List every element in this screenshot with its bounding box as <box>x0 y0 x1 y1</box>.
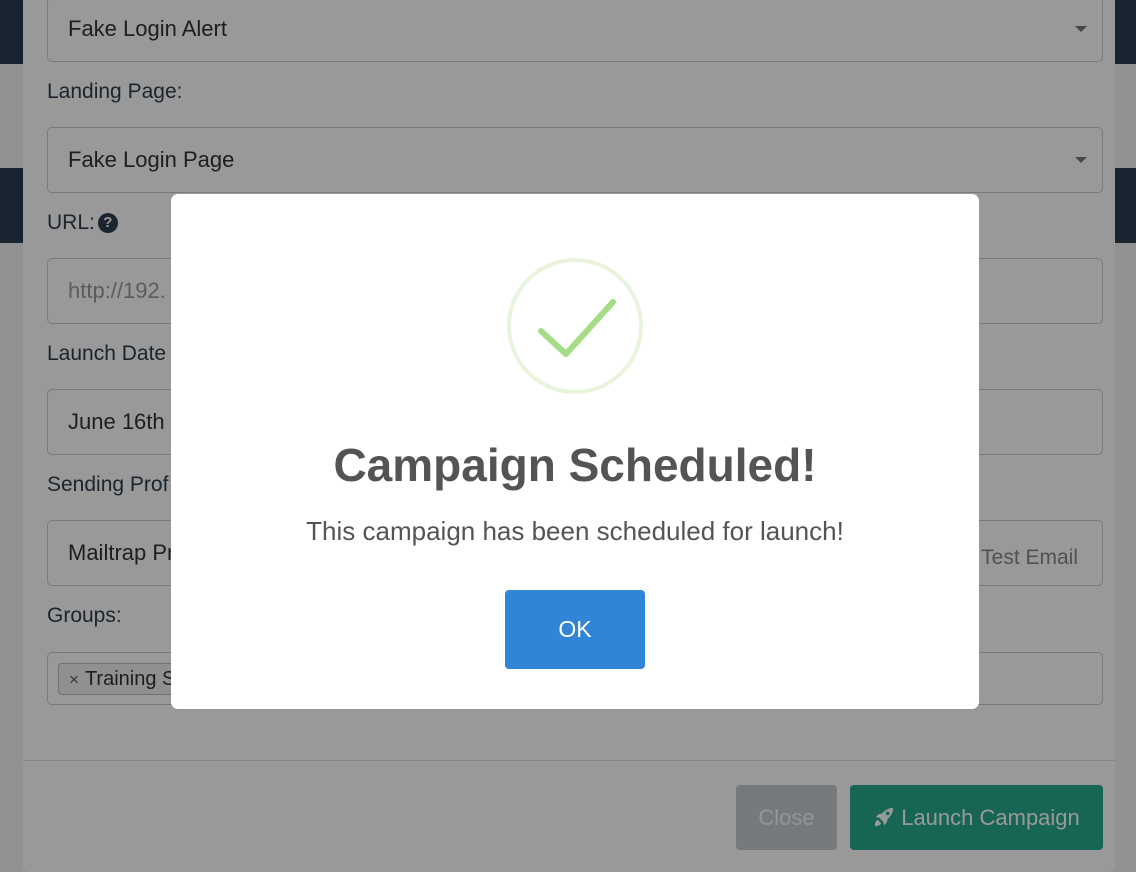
alert-message: This campaign has been scheduled for lau… <box>306 516 844 546</box>
success-alert-dialog: Campaign Scheduled! This campaign has be… <box>171 194 979 709</box>
alert-title: Campaign Scheduled! <box>333 439 817 491</box>
success-check-icon <box>507 258 643 394</box>
ok-button[interactable]: OK <box>505 590 645 669</box>
